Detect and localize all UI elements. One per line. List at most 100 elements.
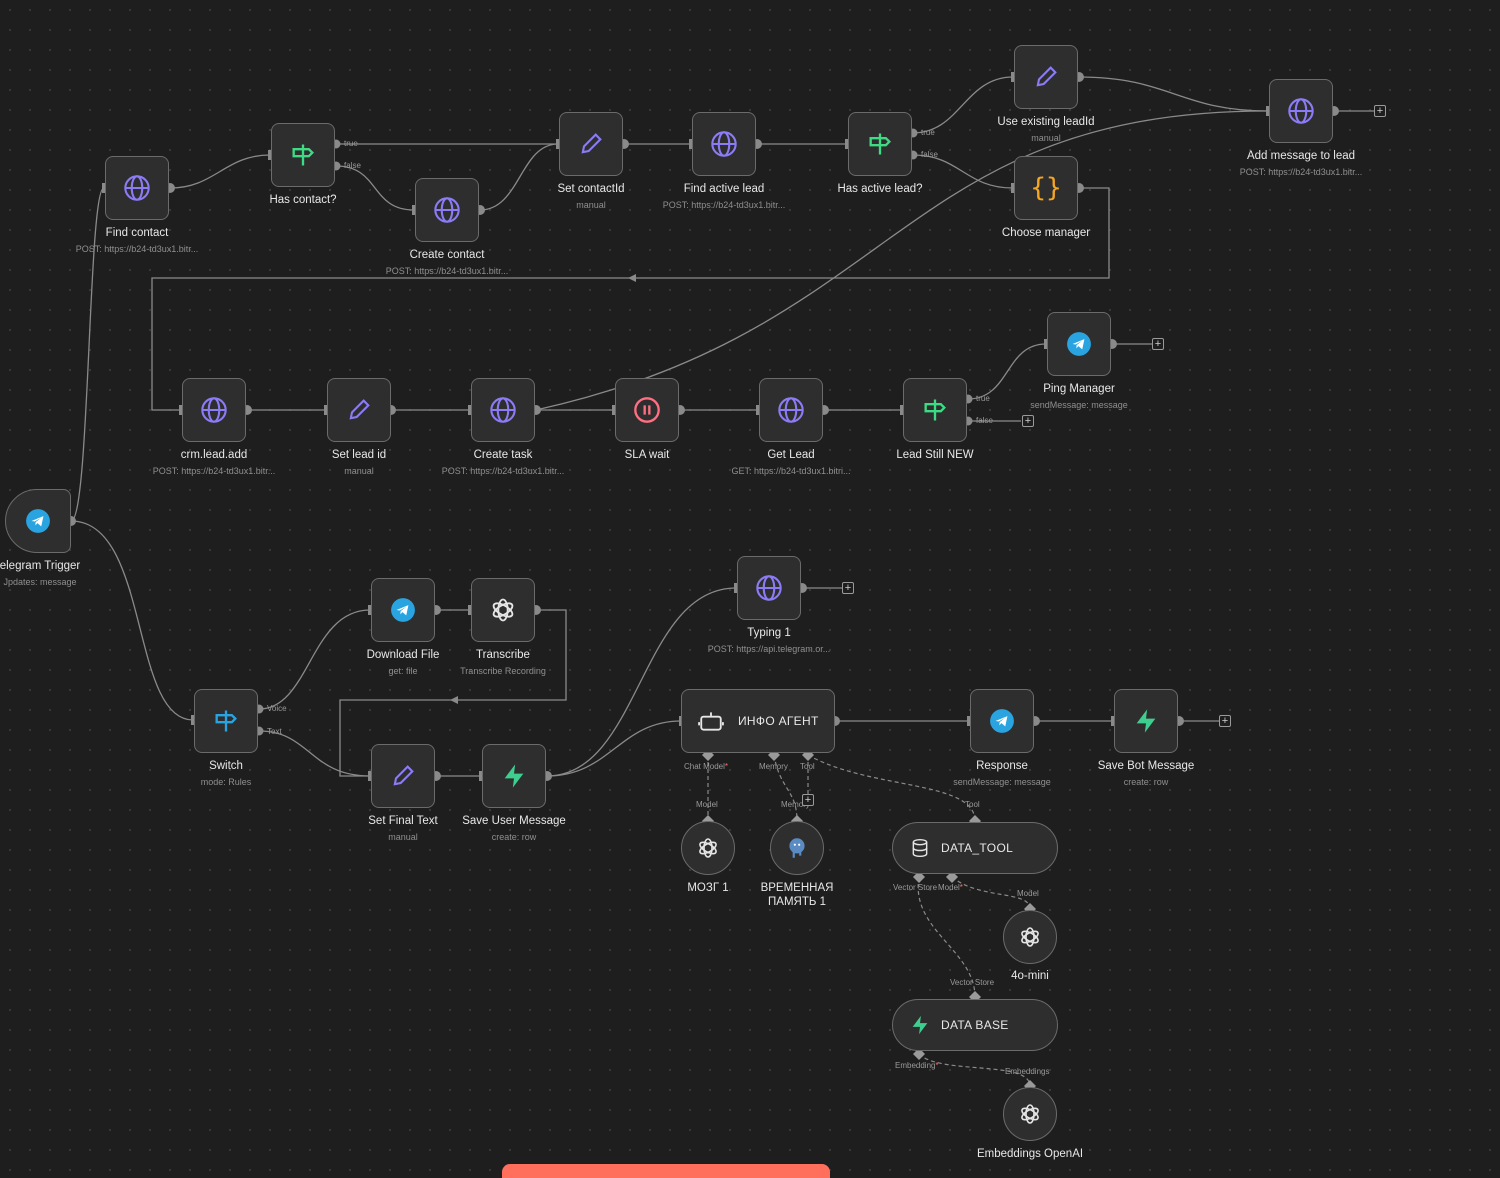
add-node-button[interactable]: + xyxy=(842,582,854,594)
port-label-model: Model* xyxy=(938,883,963,893)
node-response[interactable] xyxy=(970,689,1034,753)
required-mark: * xyxy=(935,1061,939,1070)
node-sublabel: POST: https://b24-td3ux1.bitr... xyxy=(152,466,276,476)
node-embeddings[interactable] xyxy=(1003,1087,1057,1141)
node-label: Typing 1 xyxy=(747,627,791,639)
node-sublabel: Transcribe Recording xyxy=(460,666,546,676)
signpost-icon xyxy=(865,129,895,159)
node-ping-manager[interactable] xyxy=(1047,312,1111,376)
pencil-icon xyxy=(344,395,374,425)
node-set-contact-id[interactable] xyxy=(559,112,623,176)
node-save-user-message[interactable] xyxy=(482,744,546,808)
node-find-active-lead[interactable] xyxy=(692,112,756,176)
node-has-contact[interactable] xyxy=(271,123,335,187)
required-mark: * xyxy=(959,883,963,892)
node-download-file[interactable] xyxy=(371,578,435,642)
required-mark: * xyxy=(724,762,729,771)
node-sublabel: sendMessage: message xyxy=(953,777,1051,787)
port-label-text: Text xyxy=(267,727,282,736)
node-sublabel: Jpdates: message xyxy=(3,577,77,587)
globe-icon xyxy=(1286,96,1316,126)
node-switch[interactable] xyxy=(194,689,258,753)
node-data-base[interactable]: DATA BASE xyxy=(892,999,1058,1051)
node-telegram-trigger[interactable] xyxy=(5,489,71,553)
openai-icon xyxy=(1015,1099,1045,1129)
add-node-button[interactable]: + xyxy=(1219,715,1231,727)
node-get-lead[interactable] xyxy=(759,378,823,442)
node-create-task[interactable] xyxy=(471,378,535,442)
node-sublabel: POST: https://b24-td3ux1.bitr... xyxy=(75,244,199,254)
pencil-icon xyxy=(1031,62,1061,92)
node-sla-wait[interactable] xyxy=(615,378,679,442)
node-sublabel: POST: https://b24-td3ux1.bitr... xyxy=(385,266,509,276)
node-find-contact[interactable] xyxy=(105,156,169,220)
node-label: elegram Trigger xyxy=(0,560,81,572)
node-label: МОЗГ 1 xyxy=(687,882,729,894)
add-tool-button[interactable]: + xyxy=(802,794,814,806)
node-set-lead-id[interactable] xyxy=(327,378,391,442)
telegram-icon xyxy=(1064,329,1094,359)
node-label: Embeddings OpenAI xyxy=(976,1148,1084,1160)
node-data-tool[interactable]: DATA_TOOL xyxy=(892,822,1058,874)
signpost-icon xyxy=(920,395,950,425)
node-sublabel: create: row xyxy=(491,832,537,842)
node-4o-mini[interactable] xyxy=(1003,910,1057,964)
node-sublabel: mode: Rules xyxy=(200,777,252,787)
supabase-icon xyxy=(1131,706,1161,736)
node-has-active-lead[interactable] xyxy=(848,112,912,176)
node-label: Set contactId xyxy=(557,183,625,195)
openai-icon xyxy=(488,595,518,625)
node-create-contact[interactable] xyxy=(415,178,479,242)
node-transcribe[interactable] xyxy=(471,578,535,642)
node-sublabel: manual xyxy=(1031,133,1061,143)
node-label: 4o-mini xyxy=(1011,970,1049,982)
node-label: Ping Manager xyxy=(1043,383,1115,395)
braces-icon: {} xyxy=(1030,173,1062,203)
node-label: Find contact xyxy=(105,227,169,239)
node-label: ВРЕМЕННАЯ ПАМЯТЬ 1 xyxy=(760,882,834,908)
port-label-tool: Tool xyxy=(965,800,980,809)
robot-icon xyxy=(696,706,726,736)
add-node-button[interactable]: + xyxy=(1022,415,1034,427)
node-label: Transcribe xyxy=(476,649,530,661)
node-sublabel: sendMessage: message xyxy=(1030,400,1128,410)
port-label-true: true xyxy=(921,128,935,137)
add-node-button[interactable]: + xyxy=(1374,105,1386,117)
port-label-model: Model xyxy=(696,800,718,809)
node-label: Find active lead xyxy=(683,183,765,195)
port-label-memory: Memory xyxy=(759,762,788,771)
node-sublabel: manual xyxy=(344,466,374,476)
node-set-final-text[interactable] xyxy=(371,744,435,808)
globe-icon xyxy=(122,173,152,203)
node-info-agent[interactable]: ИНФО АГЕНТ xyxy=(681,689,835,753)
pause-icon xyxy=(632,395,662,425)
node-label: Set Final Text xyxy=(368,815,438,827)
node-typing[interactable] xyxy=(737,556,801,620)
node-choose-manager[interactable]: {} xyxy=(1014,156,1078,220)
openai-icon xyxy=(1015,922,1045,952)
node-brain[interactable] xyxy=(681,821,735,875)
port-label-vector-store: Vector Store xyxy=(950,978,995,987)
tool-title: DATA_TOOL xyxy=(941,841,1014,855)
node-lead-still-new[interactable] xyxy=(903,378,967,442)
node-sublabel: POST: https://b24-td3ux1.bitr... xyxy=(441,466,565,476)
node-save-bot-message[interactable] xyxy=(1114,689,1178,753)
telegram-icon xyxy=(23,506,53,536)
node-label: Use existing leadId xyxy=(997,116,1095,128)
node-sublabel: create: row xyxy=(1123,777,1169,787)
node-sublabel: POST: https://api.telegram.or... xyxy=(707,644,831,654)
node-sublabel: POST: https://b24-td3ux1.bitr... xyxy=(662,200,786,210)
port-label-tool: Tool xyxy=(800,762,815,771)
port-label-false: false xyxy=(344,161,361,170)
port-label-voice: Voice xyxy=(267,704,287,713)
node-memory[interactable] xyxy=(770,821,824,875)
node-crm-lead-add[interactable] xyxy=(182,378,246,442)
node-label: Get Lead xyxy=(767,449,815,461)
node-sublabel: POST: https://b24-td3ux1.bitr... xyxy=(1239,167,1363,177)
node-add-message-lead[interactable] xyxy=(1269,79,1333,143)
globe-icon xyxy=(488,395,518,425)
telegram-icon xyxy=(987,706,1017,736)
add-node-button[interactable]: + xyxy=(1152,338,1164,350)
bottom-action-bar[interactable] xyxy=(502,1164,830,1178)
node-use-existing-lead[interactable] xyxy=(1014,45,1078,109)
